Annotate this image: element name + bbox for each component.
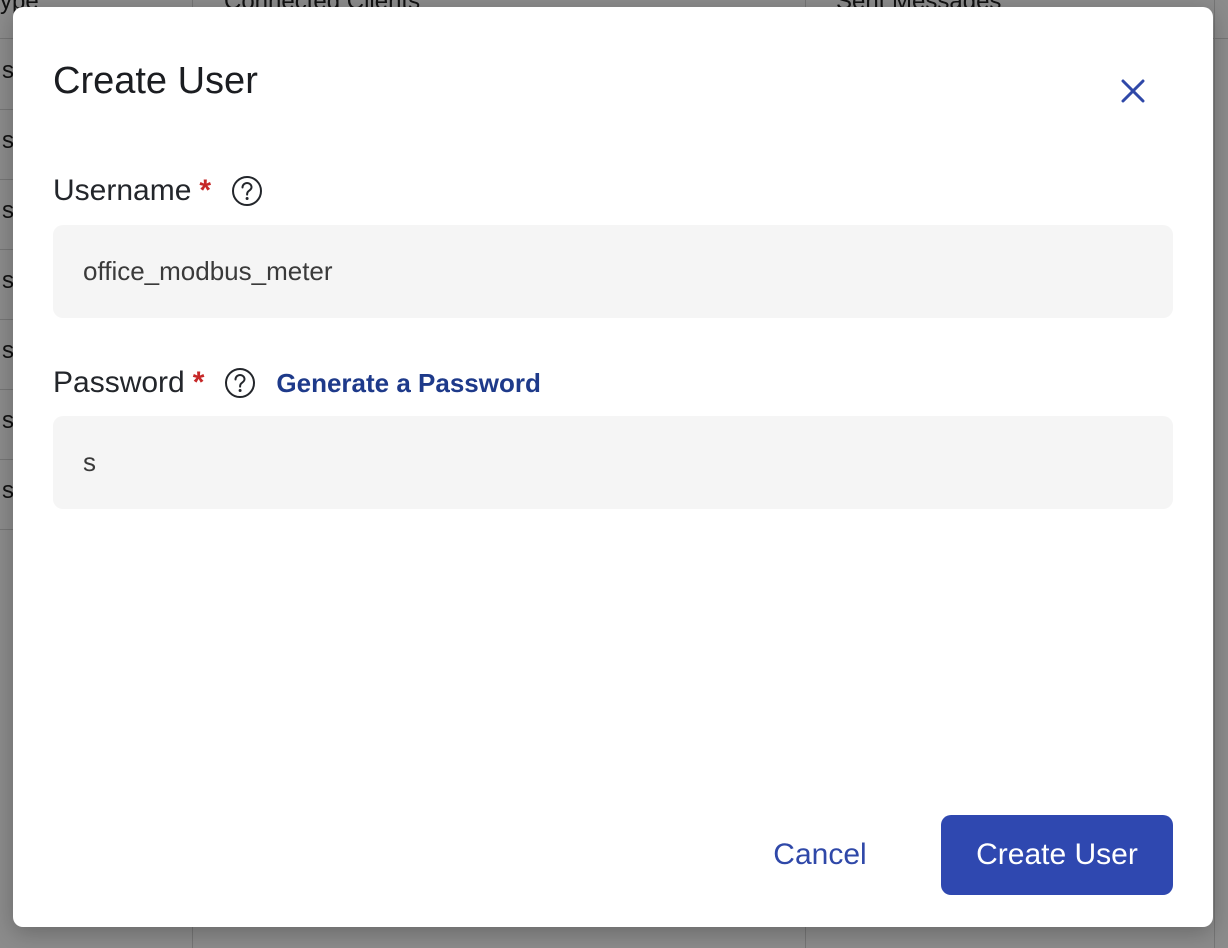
question-circle-icon[interactable] [231,175,263,207]
required-indicator: * [199,174,212,207]
required-indicator: * [192,366,205,399]
username-input[interactable] [53,225,1173,318]
create-user-button[interactable]: Create User [941,815,1173,895]
close-icon [1121,79,1145,103]
password-label: Password [53,366,185,399]
question-circle-icon[interactable] [224,367,256,399]
password-label-row: Password * Generate a Password [53,363,541,403]
cancel-button[interactable]: Cancel [753,815,887,895]
close-button[interactable] [1111,69,1155,113]
username-label: Username [53,174,192,207]
dialog-title: Create User [53,60,258,102]
create-user-dialog: Create User Username * Password * [13,7,1213,927]
username-label-row: Username * [53,171,263,211]
password-input[interactable] [53,416,1173,509]
generate-password-link[interactable]: Generate a Password [276,368,540,399]
